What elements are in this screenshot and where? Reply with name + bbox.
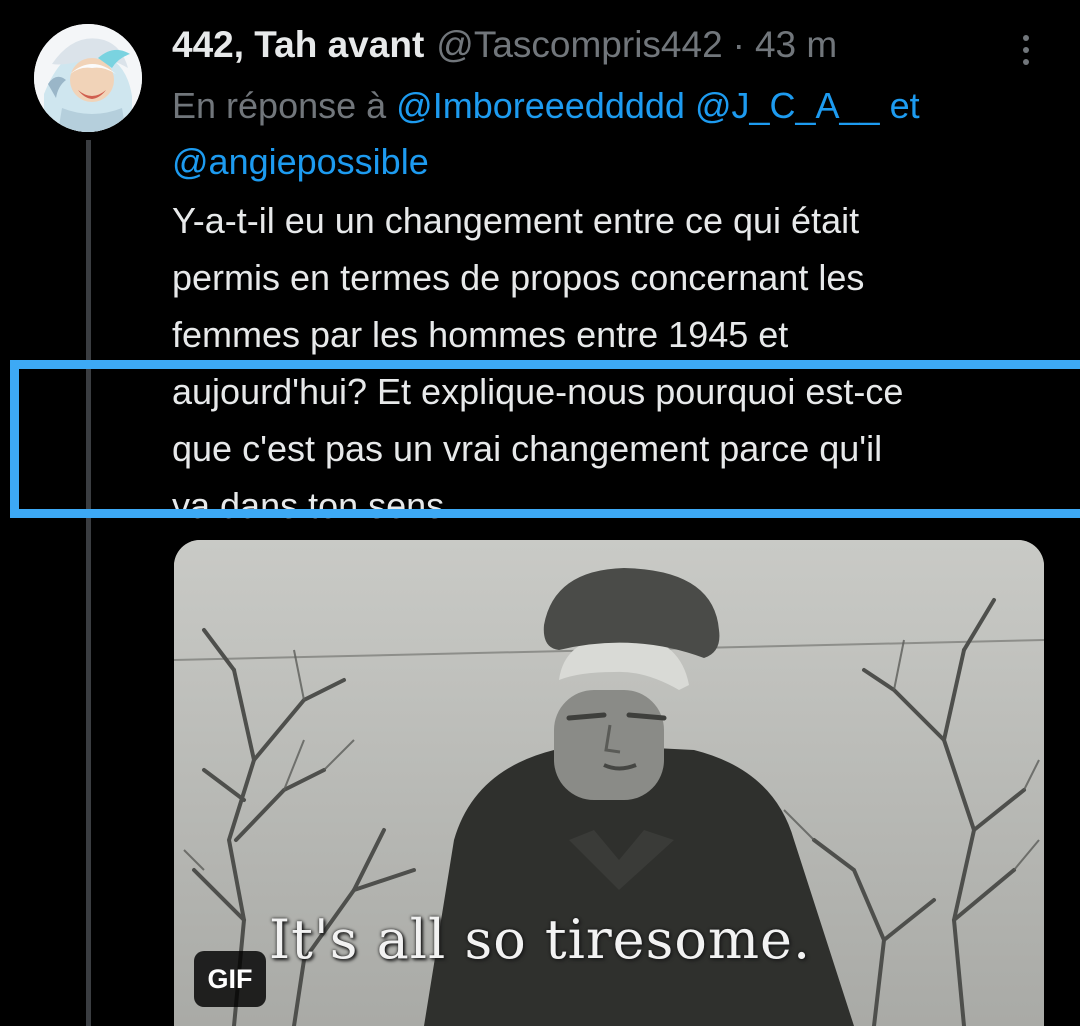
mention-link[interactable]: @angiepossible [172, 141, 429, 182]
tweet-text-line: femmes par les hommes entre 1945 et [172, 314, 789, 355]
user-handle[interactable]: @Tascompris442 [436, 24, 722, 66]
more-options-icon[interactable] [1004, 28, 1048, 72]
reply-prefix: En réponse à [172, 85, 387, 126]
mention-link[interactable]: @J_C_A__ [695, 85, 880, 126]
thread-line [86, 140, 91, 1026]
more-dot [1023, 59, 1029, 65]
timestamp[interactable]: 43 m [755, 24, 837, 66]
mention-joiner[interactable]: et [890, 85, 920, 126]
tweet-text: Y-a-t-il eu un changement entre ce qui é… [172, 192, 1062, 534]
tweet-header: 442, Tah avant @Tascompris442 · 43 m [172, 20, 837, 70]
tweet-text-line: aujourd'hui? Et explique-nous pourquoi e… [172, 371, 904, 412]
display-name[interactable]: 442, Tah avant [172, 24, 424, 66]
tweet-text-line: permis en termes de propos concernant le… [172, 257, 865, 298]
reply-context: En réponse à @Imboreeeddddd @J_C_A__ et … [172, 78, 1052, 190]
avatar-image [34, 24, 142, 132]
gif-badge: GIF [194, 951, 266, 1007]
tweet-text-line: que c'est pas un vrai changement parce q… [172, 428, 883, 469]
separator-dot: · [732, 24, 745, 65]
more-dot [1023, 47, 1029, 53]
more-dot [1023, 35, 1029, 41]
avatar[interactable] [34, 24, 142, 132]
mention-link[interactable]: @Imboreeeddddd [396, 85, 685, 126]
gif-subtitle: It's all so tiresome. [268, 908, 812, 971]
tweet-text-line: va dans ton sens. [172, 485, 455, 526]
tweet-text-line: Y-a-t-il eu un changement entre ce qui é… [172, 200, 860, 241]
